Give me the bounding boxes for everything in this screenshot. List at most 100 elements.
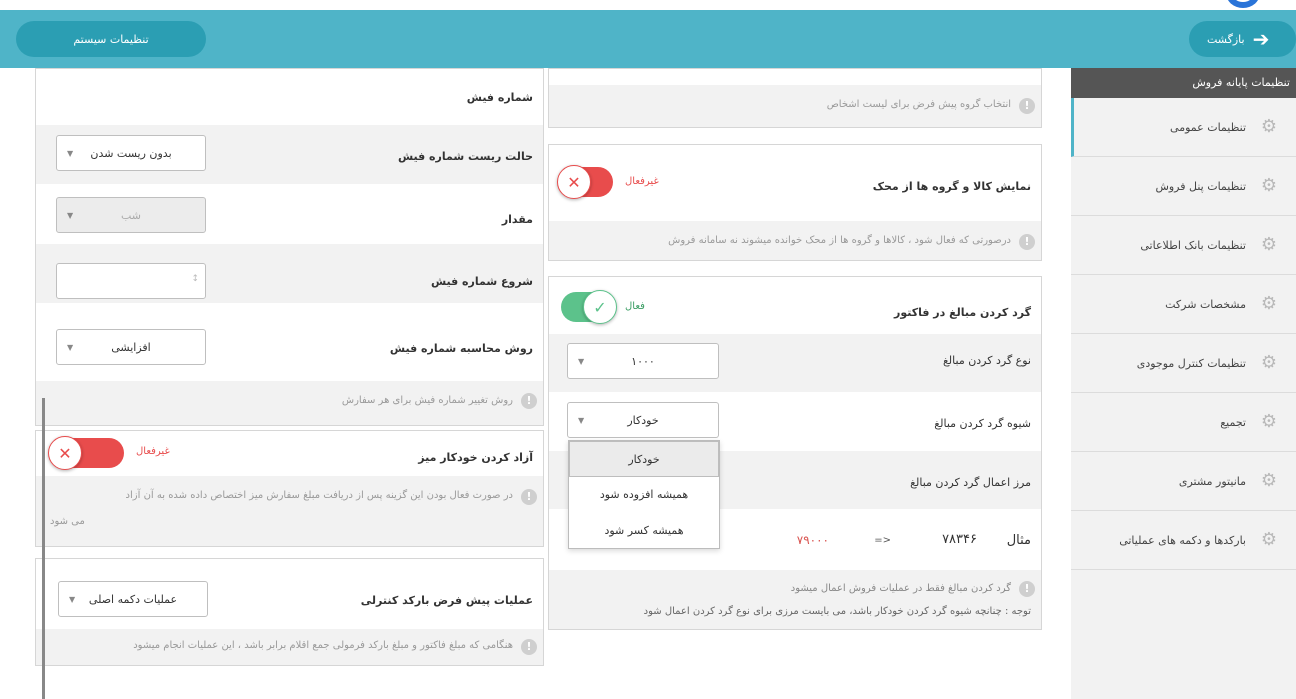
sidebar-item-label: مشخصات شرکت	[1165, 297, 1246, 311]
customer-group-hint: انتخاب گروه پیش فرض برای لیست اشخاص	[826, 99, 1011, 110]
auto-free-table-hint-1: در صورت فعال بودن این گزینه پس از دریافت…	[125, 490, 513, 501]
chevron-down-icon: ▼	[67, 343, 74, 352]
info-icon: !	[521, 489, 537, 505]
gear-icon: ⚙	[1260, 470, 1278, 491]
info-icon: !	[1019, 234, 1035, 250]
scale-products-label: نمایش کالا و گروه ها از محک	[872, 180, 1031, 193]
amount-label: مقدار	[501, 213, 533, 226]
scale-products-panel: نمایش کالا و گروه ها از محک غیرفعال ✕ در…	[548, 144, 1042, 261]
rounding-label: گرد کردن مبالغ در فاکتور	[894, 306, 1031, 319]
sidebar-item-company-info[interactable]: مشخصات شرکت ⚙	[1071, 275, 1296, 334]
rounding-type-select[interactable]: ▼ ۱۰۰۰	[567, 343, 719, 379]
barcode-default-select[interactable]: ▼ عملیات دکمه اصلی	[58, 581, 208, 617]
reset-mode-label: حالت ریست شماره فیش	[397, 150, 533, 163]
reset-mode-select[interactable]: ▼ بدون ریست شدن	[56, 135, 206, 171]
receipt-number-title: شماره فیش	[466, 91, 533, 104]
dropdown-option-always-subtract[interactable]: همیشه کسر شود	[569, 513, 719, 549]
sidebar-item-customer-monitor[interactable]: مانیتور مشتری ⚙	[1071, 452, 1296, 511]
info-icon: !	[1019, 98, 1035, 114]
barcode-default-hint: هنگامی که مبلغ فاکتور و مبلغ بارکد فرمول…	[133, 640, 513, 651]
sidebar-item-label: مانیتور مشتری	[1178, 474, 1246, 488]
sidebar-item-general[interactable]: تنظیمات عمومی ⚙	[1071, 98, 1296, 157]
auto-free-table-label: آزاد کردن خودکار میز	[418, 451, 533, 464]
auto-free-table-hint-2: می شود	[50, 516, 85, 527]
customer-group-panel: انتخاب گروه پیش فرض برای لیست اشخاص !	[548, 68, 1042, 128]
scale-products-toggle[interactable]: ✕	[557, 165, 613, 199]
gear-icon: ⚙	[1260, 234, 1278, 255]
calc-method-label: روش محاسبه شماره فیش	[389, 342, 533, 355]
sidebar-item-database[interactable]: تنظیمات بانک اطلاعاتی ⚙	[1071, 216, 1296, 275]
arrow-right-icon: ➔	[1252, 27, 1270, 51]
chevron-down-icon: ▼	[578, 357, 585, 366]
chevron-down-icon: ▼	[69, 595, 76, 604]
dropdown-option-auto[interactable]: خودکار	[569, 441, 719, 477]
system-settings-button[interactable]: تنظیمات سیستم	[16, 21, 206, 57]
example-label: مثال	[1006, 533, 1031, 548]
gear-icon: ⚙	[1260, 352, 1278, 373]
receipt-number-panel: شماره فیش حالت ریست شماره فیش ▼ بدون ریس…	[35, 68, 544, 426]
settings-sidebar: تنظیمات پایانه فروش تنظیمات عمومی ⚙ تنظی…	[1071, 68, 1296, 699]
rounding-threshold-label: مرز اعمال گرد کردن مبالغ	[910, 476, 1031, 489]
example-result: ۷۹۰۰۰	[796, 533, 829, 547]
scale-products-hint: درصورتی که فعال شود ، کالاها و گروه ها ا…	[668, 235, 1011, 246]
gear-icon: ⚙	[1260, 116, 1278, 137]
select-value: شب	[120, 208, 142, 222]
close-icon: ✕	[48, 436, 82, 470]
example-arrow: =>	[874, 535, 891, 546]
stepper-icon: ↕	[191, 274, 199, 284]
barcode-default-panel: عملیات پیش فرض بارکد کنترلی ▼ عملیات دکم…	[35, 558, 544, 666]
select-value: ۱۰۰۰	[631, 354, 655, 368]
rounding-toggle[interactable]: ✓	[561, 290, 617, 324]
toggle-status-label: غیرفعال	[136, 446, 170, 457]
select-value: عملیات دکمه اصلی	[88, 592, 178, 606]
sidebar-item-label: تنظیمات بانک اطلاعاتی	[1140, 238, 1246, 252]
select-value: افزایشی	[111, 340, 151, 354]
auto-free-table-toggle[interactable]: ✕	[48, 436, 124, 470]
rounding-hint-2: توجه : چنانچه شیوه گرد کردن خودکار باشد،…	[643, 606, 1031, 617]
rounding-method-label: شیوه گرد کردن مبالغ	[934, 417, 1031, 430]
scrollbar[interactable]	[42, 398, 45, 699]
info-icon: !	[521, 393, 537, 409]
hint-row	[549, 570, 1041, 629]
toggle-status-label: غیرفعال	[625, 176, 659, 187]
top-accent-arc	[1196, 0, 1286, 10]
gear-icon: ⚙	[1260, 293, 1278, 314]
sidebar-item-inventory[interactable]: تنظیمات کنترل موجودی ⚙	[1071, 334, 1296, 393]
close-icon: ✕	[557, 165, 591, 199]
sidebar-item-sales-panel[interactable]: تنظیمات پنل فروش ⚙	[1071, 157, 1296, 216]
hint-row	[36, 476, 543, 546]
sidebar-item-aggregation[interactable]: تجمیع ⚙	[1071, 393, 1296, 452]
chevron-down-icon: ▼	[67, 149, 74, 158]
sidebar-item-label: تجمیع	[1220, 415, 1246, 429]
gear-icon: ⚙	[1260, 175, 1278, 196]
calc-method-select[interactable]: ▼ افزایشی	[56, 329, 206, 365]
barcode-default-label: عملیات پیش فرض بارکد کنترلی	[360, 594, 533, 607]
chevron-down-icon: ▼	[578, 416, 585, 425]
calc-method-hint: روش تغییر شماره فیش برای هر سفارش	[341, 395, 513, 406]
rounding-method-select[interactable]: ▼ خودکار	[567, 402, 719, 438]
sidebar-title: تنظیمات پایانه فروش	[1071, 68, 1296, 98]
start-number-label: شروع شماره فیش	[430, 275, 533, 288]
info-icon: !	[521, 639, 537, 655]
rounding-type-label: نوع گرد کردن مبالغ	[942, 354, 1031, 367]
dropdown-option-always-add[interactable]: همیشه افزوده شود	[569, 477, 719, 513]
sidebar-item-label: بارکدها و دکمه های عملیاتی	[1119, 533, 1246, 547]
toggle-status-label: فعال	[625, 301, 645, 312]
chevron-down-icon: ▼	[67, 211, 74, 220]
check-icon: ✓	[583, 290, 617, 324]
gear-icon: ⚙	[1260, 529, 1278, 550]
start-number-input[interactable]: ↕	[56, 263, 206, 299]
example-input: ۷۸۳۴۶	[942, 532, 977, 547]
back-button[interactable]: بازگشت ➔	[1189, 21, 1296, 57]
back-label: بازگشت	[1207, 32, 1245, 46]
sidebar-item-label: تنظیمات پنل فروش	[1155, 179, 1246, 193]
auto-free-table-panel: آزاد کردن خودکار میز غیرفعال ✕ در صورت ف…	[35, 430, 544, 547]
amount-select[interactable]: ▼ شب	[56, 197, 206, 233]
sidebar-item-barcodes[interactable]: بارکدها و دکمه های عملیاتی ⚙	[1071, 511, 1296, 570]
rounding-hint-1: گرد کردن مبالغ فقط در عملیات فروش اعمال …	[790, 583, 1011, 594]
sidebar-item-label: تنظیمات عمومی	[1170, 120, 1246, 134]
info-icon: !	[1019, 581, 1035, 597]
gear-icon: ⚙	[1260, 411, 1278, 432]
select-value: بدون ریست شدن	[90, 146, 172, 160]
system-settings-label: تنظیمات سیستم	[73, 32, 149, 46]
